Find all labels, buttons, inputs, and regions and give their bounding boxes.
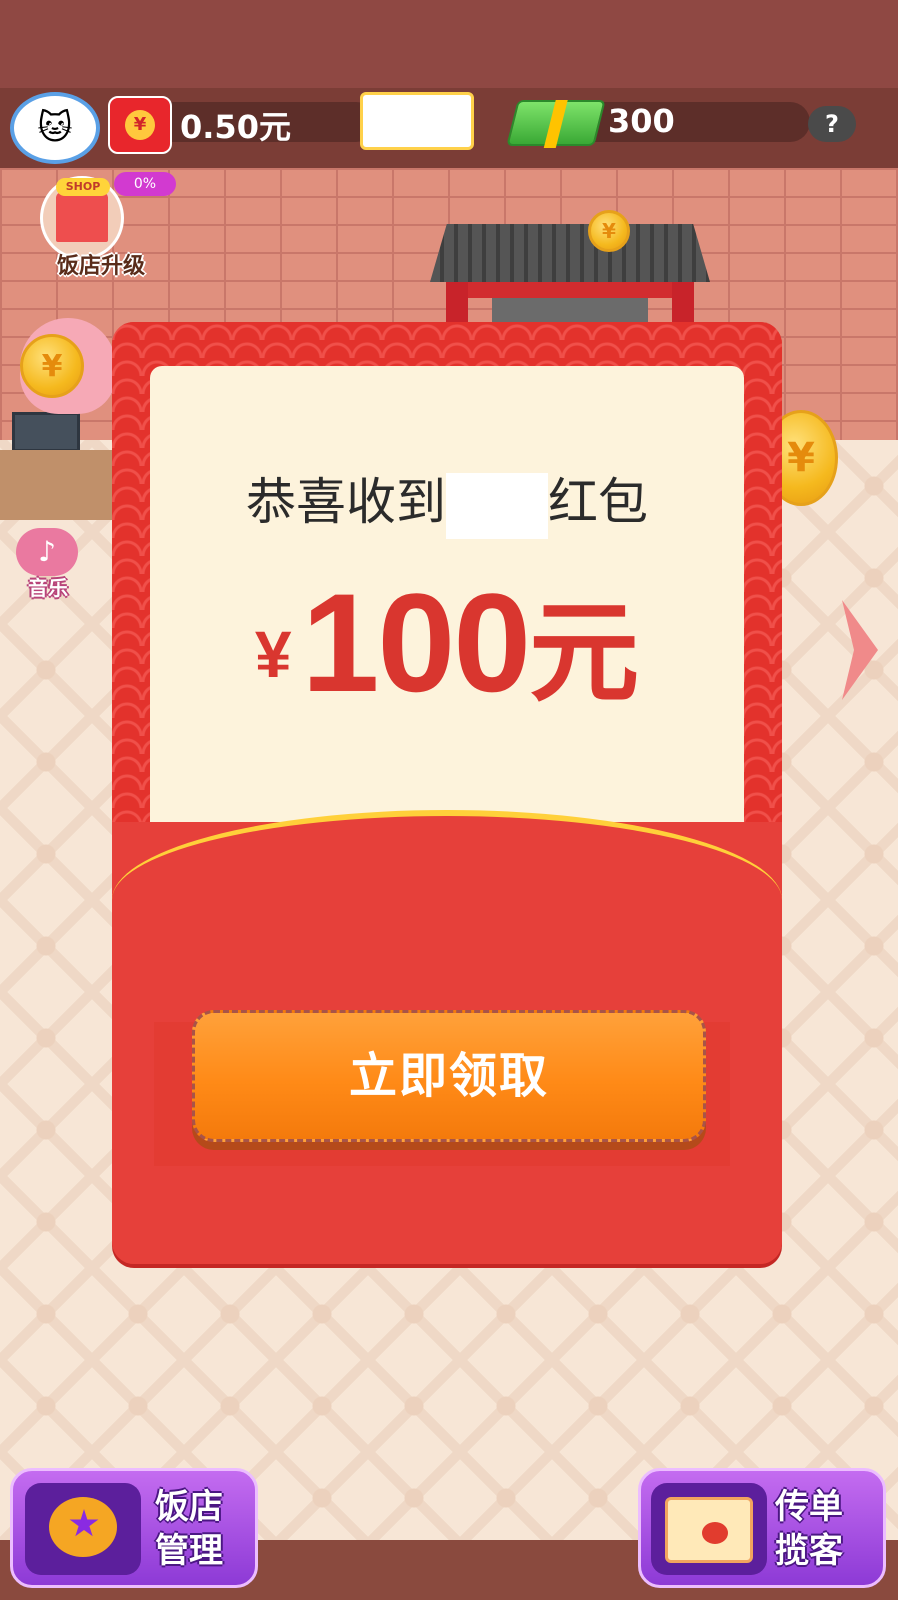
reward-amount: ¥100元	[150, 562, 744, 724]
manage-label: 饭店 管理	[155, 1485, 265, 1573]
flap-gold-edge	[112, 810, 782, 900]
flyer-label-line1: 传单	[775, 1487, 843, 1527]
claim-now-button[interactable]: 立即领取	[192, 1010, 706, 1142]
congrats-text: 恭喜收到 红包	[150, 462, 744, 539]
envelope-flap: 立即领取	[112, 810, 782, 1264]
redacted-blank	[446, 472, 548, 539]
amount-unit: 元	[529, 592, 640, 715]
red-envelope-modal: 恭喜收到 红包 ¥100元 立即领取	[112, 322, 782, 1264]
flyer-attract-button[interactable]: 传单 揽客	[638, 1468, 886, 1588]
congrats-prefix: 恭喜收到	[246, 473, 446, 531]
amount-value: 100	[301, 564, 532, 721]
manage-label-line2: 管理	[155, 1531, 223, 1571]
flyer-paper-icon	[665, 1497, 753, 1563]
restaurant-manage-button[interactable]: 饭店 管理	[10, 1468, 258, 1588]
flyer-icon	[651, 1483, 767, 1575]
congrats-suffix: 红包	[548, 473, 648, 531]
flyer-label-line2: 揽客	[775, 1531, 843, 1571]
currency-symbol: ¥	[254, 617, 292, 691]
manage-icon	[25, 1483, 141, 1575]
flyer-label: 传单 揽客	[775, 1485, 885, 1573]
envelope-letter: 恭喜收到 红包 ¥100元	[150, 366, 744, 886]
manage-label-line1: 饭店	[155, 1487, 223, 1527]
